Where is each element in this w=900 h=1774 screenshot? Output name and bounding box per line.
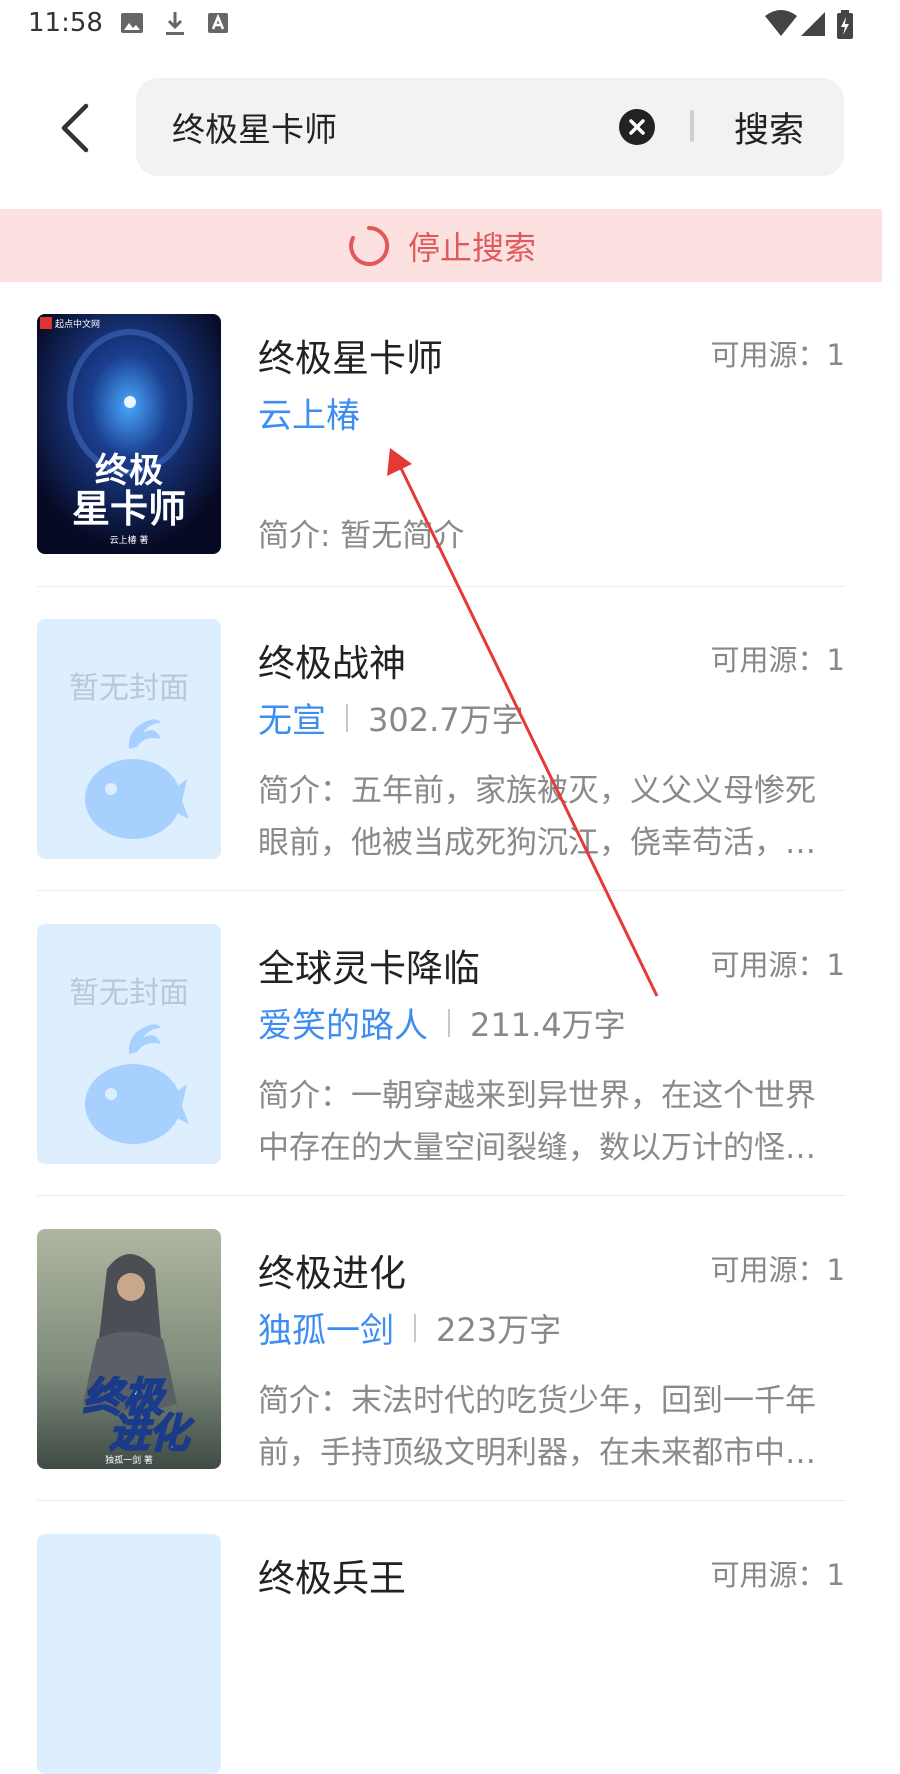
word-count: 302.7万字	[368, 700, 524, 739]
available-sources: 可用源：1	[710, 338, 845, 372]
cover-title-text: 进化	[109, 1411, 194, 1457]
cover-author-text: 独孤一剑 著	[105, 1454, 153, 1466]
search-button[interactable]: 搜索	[734, 102, 804, 153]
book-intro: 简介：一朝穿越来到异世界，在这个世界中存在的大量空间裂缝，数以万计的怪物从中涌出	[258, 1078, 816, 1166]
book-title: 终极星卡师	[258, 337, 443, 380]
meta-separator	[346, 703, 348, 732]
cover-title-text: 终极	[95, 451, 163, 491]
book-title: 终极战神	[258, 642, 406, 685]
cover-title-text: 星卡师	[72, 487, 186, 531]
book-cover-image: 终极 进化 独孤一剑 著	[37, 1229, 221, 1469]
status-time: 11:58	[28, 8, 103, 38]
whale-placeholder-icon	[85, 1024, 189, 1144]
available-sources: 可用源：1	[710, 948, 845, 982]
clear-search-icon[interactable]	[619, 109, 655, 145]
book-meta: 无宣 302.7万字	[258, 693, 524, 742]
keyboard-notification-icon	[208, 13, 228, 33]
meta-separator	[448, 1008, 450, 1037]
row-divider	[37, 586, 845, 587]
book-meta: 爱笑的路人 211.4万字	[258, 998, 626, 1047]
download-notification-icon	[166, 12, 184, 35]
status-bar: 11:58	[0, 0, 900, 48]
word-count: 223万字	[436, 1310, 562, 1349]
battery-charging-icon	[837, 10, 853, 39]
book-author: 无宣	[258, 701, 326, 741]
search-divider	[690, 110, 694, 142]
book-item[interactable]: 终极 进化 独孤一剑 著 终极进化 可用源：1 独孤一剑 223万字 简介：末法…	[37, 1229, 845, 1471]
book-author: 独孤一剑	[258, 1311, 394, 1351]
cover-author-text: 云上椿 著	[110, 534, 149, 546]
book-cover-placeholder: 暂无封面	[37, 619, 221, 859]
stop-search-banner: 停止搜索	[0, 209, 882, 282]
gallery-notification-icon	[121, 13, 143, 33]
row-divider	[37, 890, 845, 891]
book-author: 云上椿	[258, 396, 360, 436]
row-divider	[37, 1195, 845, 1196]
row-divider	[37, 1500, 845, 1501]
book-intro: 简介：五年前，家族被灭，义父义母惨死眼前，他被当成死狗沉江，侥幸苟活，却被迫走上…	[258, 773, 816, 861]
loading-spinner-icon	[349, 225, 390, 266]
book-item[interactable]: 暂无封面 全球灵卡降临 可用源：1 爱笑的路人 211.4万字 简介：一朝穿越来…	[37, 924, 845, 1166]
book-title: 终极兵王	[258, 1557, 406, 1600]
book-cover: 起点中文网 终极 星卡师 云上椿 著	[37, 314, 221, 554]
available-sources: 可用源：1	[710, 1253, 845, 1287]
book-title: 终极进化	[258, 1252, 406, 1295]
book-intro: 简介: 暂无简介	[258, 518, 465, 554]
book-item[interactable]: 终极兵王 可用源：1	[37, 1534, 845, 1774]
book-meta: 独孤一剑 223万字	[258, 1303, 561, 1352]
book-title: 全球灵卡降临	[258, 947, 480, 990]
stop-search-label: 停止搜索	[408, 229, 537, 267]
search-input[interactable]	[172, 102, 592, 152]
cellular-signal-icon	[801, 12, 825, 36]
search-box: 搜索	[136, 78, 844, 176]
book-intro: 简介：末法时代的吃货少年，回到一千年前，手持顶级文明利器，在未来都市中崛起	[258, 1383, 816, 1471]
book-item[interactable]: 起点中文网 终极 星卡师 云上椿 著 终极星卡师 可用源：1 云上椿 简介: 暂…	[37, 314, 845, 554]
available-sources: 可用源：1	[710, 643, 845, 677]
book-author: 爱笑的路人	[258, 1006, 428, 1046]
whale-placeholder-icon	[85, 719, 189, 839]
book-meta: 云上椿	[258, 388, 360, 437]
word-count: 211.4万字	[470, 1005, 626, 1044]
cover-publisher-text: 起点中文网	[55, 318, 100, 330]
book-cover: 终极 进化 独孤一剑 著	[37, 1229, 221, 1469]
stop-search-button[interactable]: 停止搜索	[348, 225, 536, 267]
book-cover-placeholder: 暂无封面	[37, 924, 221, 1164]
book-cover-image: 起点中文网 终极 星卡师 云上椿 著	[37, 314, 221, 554]
book-item[interactable]: 暂无封面 终极战神 可用源：1 无宣 302.7万字 简介：五年前，家族被灭，义…	[37, 619, 845, 861]
meta-separator	[414, 1313, 416, 1342]
available-sources: 可用源：1	[710, 1558, 845, 1592]
back-arrow-icon[interactable]	[50, 98, 110, 158]
search-header: 搜索	[0, 78, 900, 176]
book-cover-placeholder	[37, 1534, 221, 1774]
wifi-icon	[765, 10, 797, 36]
